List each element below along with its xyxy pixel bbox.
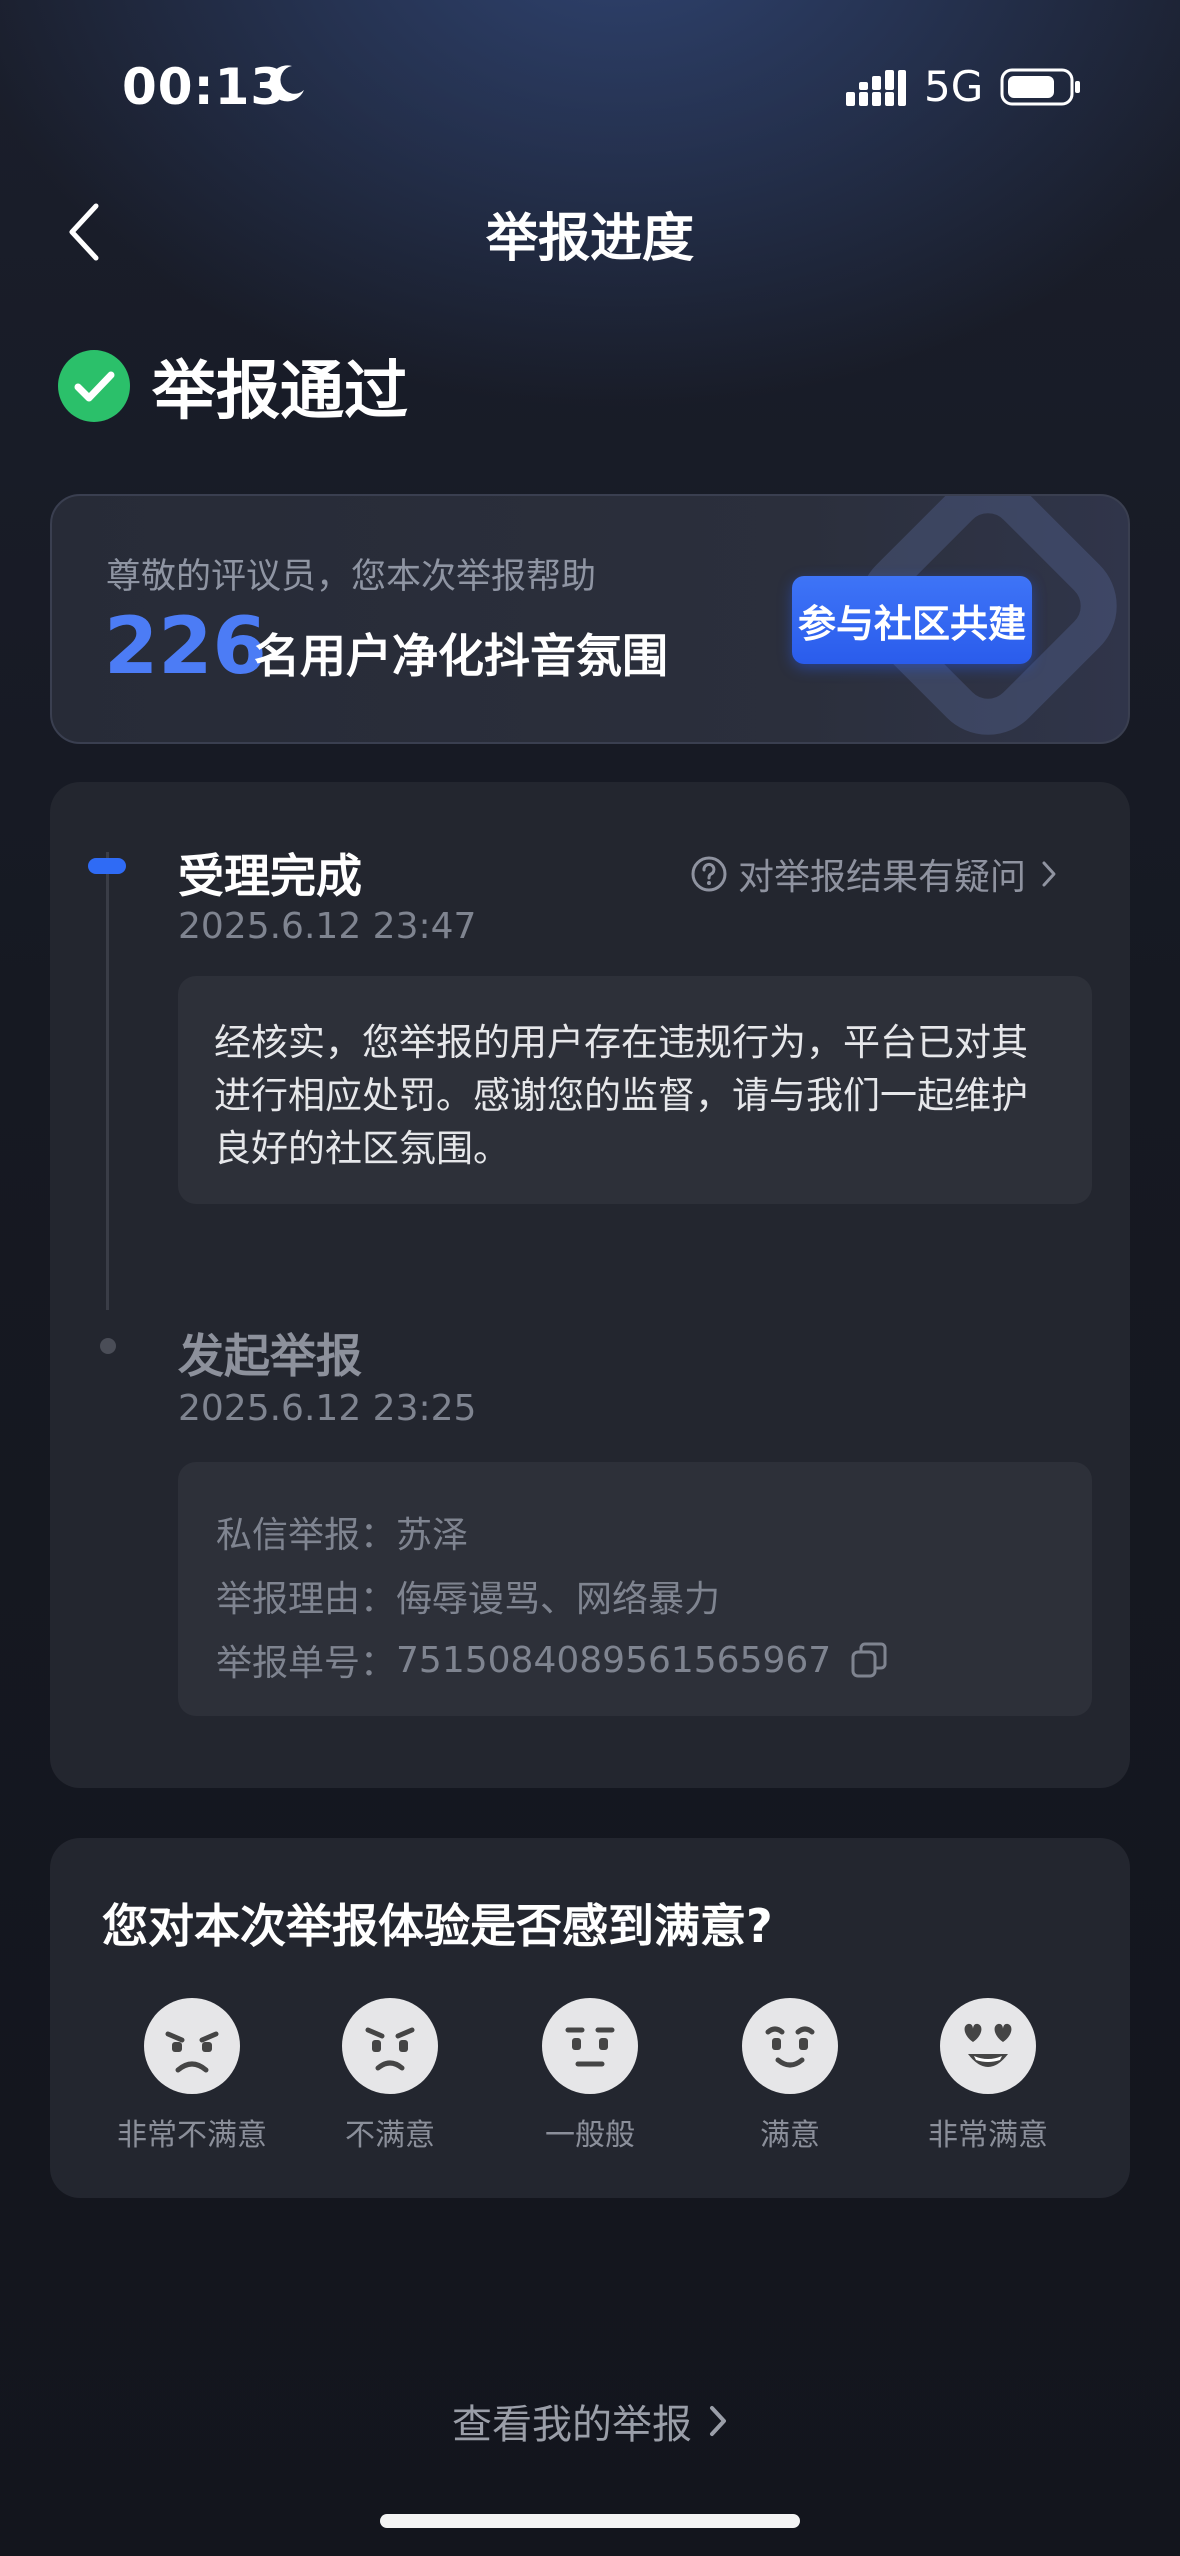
detail-label: 举报单号： (216, 1643, 397, 1684)
very-satisfied-face-icon (940, 1998, 1036, 2094)
rating-very-dissatisfied[interactable]: 非常不满意 (92, 1996, 292, 2154)
detail-row: 举报单号： 7515084089561565967 (216, 1634, 889, 1686)
report-number: 7515084089561565967 (396, 1639, 832, 1681)
impact-banner: 尊敬的评议员，您本次举报帮助 226 名用户净化抖音氛围 参与社区共建 (50, 494, 1130, 744)
query-link-label: 对举报结果有疑问 (738, 857, 1027, 898)
rating-dissatisfied[interactable]: 不满意 (290, 1996, 490, 2154)
home-indicator[interactable] (380, 2514, 800, 2528)
network-label: 5G (924, 62, 984, 111)
survey-question: 您对本次举报体验是否感到满意? (102, 1899, 773, 1953)
step-title: 受理完成 (178, 849, 362, 903)
detail-row: 私信举报： 苏泽 (216, 1506, 468, 1558)
rating-label: 一般般 (545, 2118, 635, 2153)
chevron-right-icon (710, 2406, 726, 2436)
rating-satisfied[interactable]: 满意 (690, 1996, 890, 2154)
copy-icon[interactable] (849, 1640, 889, 1680)
moon-icon (269, 65, 304, 102)
neutral-face-icon (542, 1998, 638, 2094)
view-my-reports-link[interactable]: 查看我的举报 (0, 2392, 1180, 2450)
detail-label: 举报理由： (216, 1579, 397, 1620)
step-description: 经核实，您举报的用户存在违规行为，平台已对其进行相应处罚。感谢您的监督，请与我们… (214, 1021, 1028, 1170)
step-time: 2025.6.12 23:25 (178, 1388, 477, 1429)
query-result-link[interactable]: 对举报结果有疑问 (690, 848, 1068, 900)
battery-icon (1000, 68, 1080, 106)
dissatisfied-face-icon (342, 1998, 438, 2094)
status-time: 00:13 (122, 58, 287, 116)
step-time: 2025.6.12 23:47 (178, 906, 477, 947)
signal-icon (846, 70, 906, 106)
very-dissatisfied-face-icon (144, 1998, 240, 2094)
page-title: 举报进度 (485, 209, 694, 269)
detail-value: 苏泽 (396, 1515, 469, 1556)
timeline-card: 受理完成 2025.6.12 23:47 对举报结果有疑问 经核实，您举报的用户… (50, 782, 1130, 1788)
satisfaction-survey: 您对本次举报体验是否感到满意? 非常不满意 不满意 一般般 满意 非常满意 (50, 1838, 1130, 2198)
timeline-dot-active (88, 858, 126, 874)
detail-value: 侮辱谩骂、网络暴力 (396, 1579, 721, 1620)
rating-label: 满意 (760, 2118, 820, 2153)
rating-very-satisfied[interactable]: 非常满意 (888, 1996, 1088, 2154)
timeline-line (106, 852, 109, 1310)
step-title: 发起举报 (178, 1329, 362, 1383)
check-circle-icon (58, 350, 130, 422)
detail-row: 举报理由： 侮辱谩骂、网络暴力 (216, 1570, 720, 1622)
step-description-box: 经核实，您举报的用户存在违规行为，平台已对其进行相应处罚。感谢您的监督，请与我们… (178, 976, 1092, 1204)
timeline-dot (100, 1338, 116, 1354)
rating-label: 不满意 (345, 2118, 435, 2153)
banner-subtitle: 尊敬的评议员，您本次举报帮助 (106, 557, 597, 597)
chevron-right-icon (1042, 861, 1056, 887)
detail-label: 私信举报： (216, 1515, 397, 1556)
report-status-label: 举报通过 (152, 355, 408, 429)
view-my-reports-label: 查看我的举报 (452, 2402, 692, 2448)
question-circle-icon (691, 856, 727, 892)
banner-text: 名用户净化抖音氛围 (254, 629, 668, 683)
rating-label: 非常满意 (928, 2118, 1048, 2153)
report-details-box: 私信举报： 苏泽 举报理由： 侮辱谩骂、网络暴力 举报单号： 751508408… (178, 1462, 1092, 1716)
rating-neutral[interactable]: 一般般 (490, 1996, 690, 2154)
join-community-button[interactable]: 参与社区共建 (792, 576, 1032, 664)
rating-label: 非常不满意 (117, 2118, 267, 2153)
helped-count: 226 (104, 602, 267, 692)
satisfied-face-icon (742, 1998, 838, 2094)
